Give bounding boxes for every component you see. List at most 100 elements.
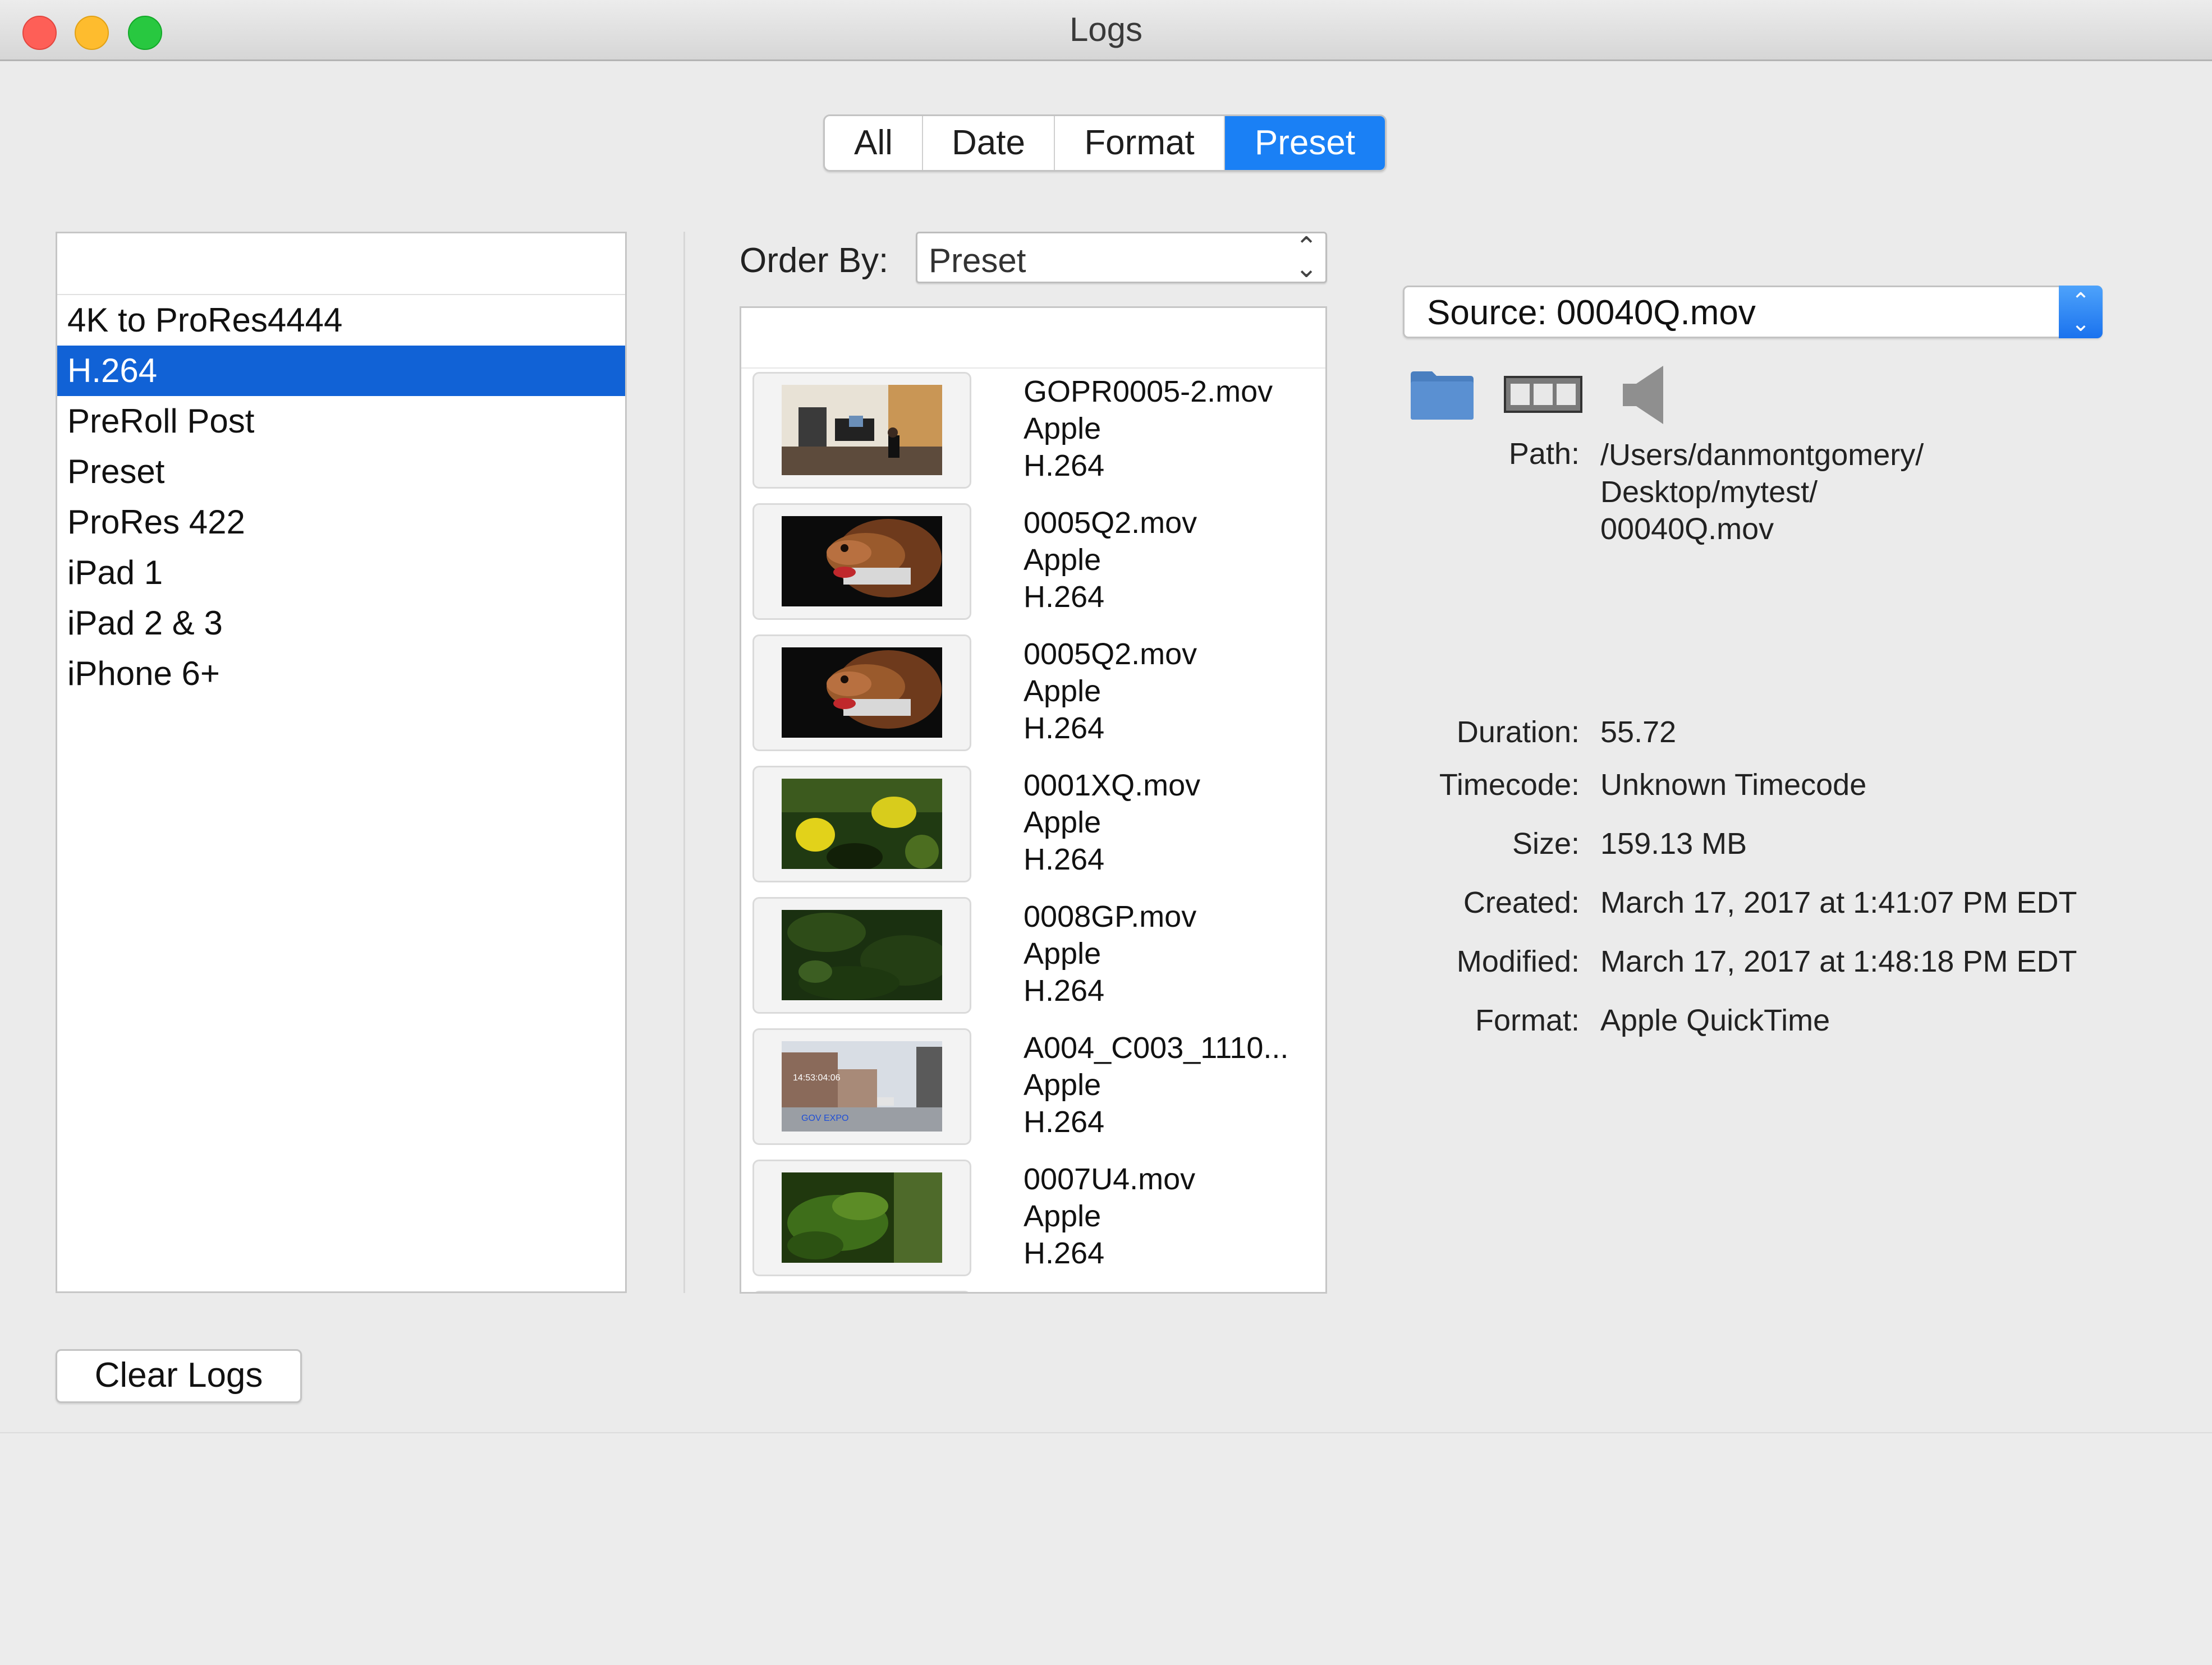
preset-item[interactable]: iPhone 6+ [57,648,625,699]
preset-item[interactable]: PreRoll Post [57,396,625,447]
video-thumbnail [782,1172,942,1263]
file-info: 0005Q2.mov Apple H.264 [1024,636,1197,747]
file-vendor: Apple [1024,412,1102,445]
size-value: 159.13 MB [1600,827,1747,861]
thumbnail-frame [752,503,971,620]
file-row[interactable] [741,1287,1325,1292]
file-name: GOPR0005-2.mov [1024,375,1273,408]
format-label: Format: [1475,1004,1580,1037]
tab-all[interactable]: All [825,116,923,170]
size-label: Size: [1512,827,1580,861]
created-label: Created: [1463,886,1580,919]
file-vendor: Apple [1024,806,1102,839]
video-thumbnail [782,385,942,475]
window-title: Logs [1069,11,1143,48]
file-info: 0008GP.mov Apple H.264 [1024,898,1196,1009]
preset-item[interactable]: iPad 2 & 3 [57,598,625,648]
preset-item[interactable]: 4K to ProRes4444 [57,295,625,346]
chevron-updown-icon: ⌃ ⌄ [2059,286,2103,338]
video-thumbnail [782,647,942,738]
file-vendor: Apple [1024,937,1102,971]
timecode-label: Timecode: [1439,768,1580,802]
file-codec: H.264 [1024,580,1105,614]
file-row[interactable]: 0007U4.mov Apple H.264 [741,1156,1325,1287]
preset-list: 4K to ProRes4444 H.264 PreRoll Post Pres… [56,232,627,1293]
duration-value: 55.72 [1600,715,1677,749]
tab-format[interactable]: Format [1055,116,1225,170]
thumbnail-frame [752,766,971,882]
video-thumbnail [782,779,942,869]
thumbnail-frame [752,1160,971,1276]
thumbnail-frame [752,634,971,751]
preset-item-selected[interactable]: H.264 [57,346,625,396]
file-vendor: Apple [1024,543,1102,577]
title-bar: Logs [0,0,2212,61]
source-label: Source: 00040Q.mov [1427,293,1756,332]
video-thumbnail [782,516,942,606]
file-name: 0008GP.mov [1024,900,1197,933]
clear-logs-button[interactable]: Clear Logs [56,1349,302,1403]
order-by-value: Preset [929,242,1026,279]
file-row[interactable]: 0005Q2.mov Apple H.264 [741,631,1325,762]
file-codec: H.264 [1024,974,1105,1008]
file-row[interactable]: GOPR0005-2.mov Apple H.264 [741,369,1325,500]
path-line: /Users/danmontgomery/ [1600,438,1924,472]
video-thumbnail: 14:53:04:06 GOV EXPO [782,1041,942,1132]
file-codec: H.264 [1024,449,1105,482]
file-info: A004_C003_1110... Apple H.264 [1024,1029,1288,1140]
order-by-label: Order By: [740,241,889,280]
preset-item[interactable]: Preset [57,447,625,497]
timecode-value: Unknown Timecode [1600,768,1867,802]
file-name: A004_C003_1110... [1024,1031,1289,1065]
file-codec: H.264 [1024,1105,1105,1139]
path-label: Path: [1508,437,1580,471]
file-row[interactable]: 0005Q2.mov Apple H.264 [741,500,1325,631]
tab-preset[interactable]: Preset [1225,116,1385,170]
thumbnail-caption: GOV EXPO [801,1114,848,1123]
file-name: 0007U4.mov [1024,1162,1196,1196]
file-name: 0001XQ.mov [1024,769,1201,802]
path-line: Desktop/mytest/ [1600,475,1818,509]
file-row[interactable]: 0008GP.mov Apple H.264 [741,894,1325,1025]
file-codec: H.264 [1024,711,1105,745]
modified-value: March 17, 2017 at 1:48:18 PM EDT [1600,945,2077,978]
file-name: 0005Q2.mov [1024,506,1197,540]
thumbnail-frame: 14:53:04:06 GOV EXPO [752,1028,971,1145]
film-strip-icon[interactable] [1504,376,1582,413]
preset-item[interactable]: iPad 1 [57,548,625,598]
file-vendor: Apple [1024,1199,1102,1233]
file-codec: H.264 [1024,1236,1105,1270]
video-thumbnail [782,910,942,1000]
file-info: GOPR0005-2.mov Apple H.264 [1024,373,1273,484]
source-select[interactable]: Source: 00040Q.mov ⌃ ⌄ [1403,286,2103,338]
file-vendor: Apple [1024,1068,1102,1102]
path-line: 00040Q.mov [1600,512,1774,546]
file-info: 0005Q2.mov Apple H.264 [1024,504,1197,615]
duration-label: Duration: [1456,715,1580,749]
file-row[interactable]: 0001XQ.mov Apple H.264 [741,762,1325,894]
split-divider[interactable] [683,232,685,1293]
preset-item[interactable]: ProRes 422 [57,497,625,548]
preset-list-header [57,233,625,295]
thumbnail-frame [752,372,971,489]
created-value: March 17, 2017 at 1:41:07 PM EDT [1600,886,2077,919]
file-info: 0007U4.mov Apple H.264 [1024,1161,1195,1272]
file-row[interactable]: 14:53:04:06 GOV EXPO A004_C003_1110... A… [741,1025,1325,1156]
path-value: /Users/danmontgomery/ Desktop/mytest/ 00… [1600,436,1924,548]
file-name: 0005Q2.mov [1024,637,1197,671]
file-info: 0001XQ.mov Apple H.264 [1024,767,1200,878]
modified-label: Modified: [1456,945,1580,978]
thumbnail-frame [752,1291,971,1292]
speaker-icon[interactable] [1621,364,1668,426]
tab-date[interactable]: Date [923,116,1055,170]
order-by-select[interactable]: Preset ⌃ ⌄ [916,232,1327,283]
file-vendor: Apple [1024,674,1102,708]
folder-icon[interactable] [1410,369,1475,421]
chevron-updown-icon: ⌃ ⌄ [1295,232,1318,283]
filter-tabs: All Date Format Preset [823,114,1387,172]
file-list: GOPR0005-2.mov Apple H.264 0005Q2.mov Ap… [740,306,1327,1294]
window-bottom-area [0,1432,2212,1665]
format-value: Apple QuickTime [1600,1004,1830,1037]
thumbnail-frame [752,897,971,1014]
file-list-header [741,308,1325,369]
